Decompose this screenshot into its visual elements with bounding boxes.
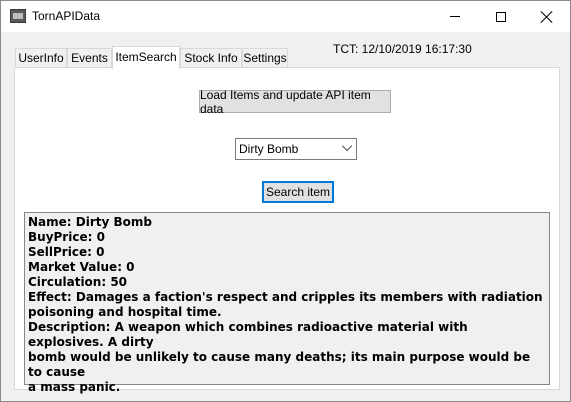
minimize-icon: [450, 16, 460, 17]
item-info-textbox[interactable]: Name: Dirty Bomb BuyPrice: 0 SellPrice: …: [24, 212, 550, 394]
result-sell-price: SellPrice: 0: [28, 245, 105, 259]
tab-itemsearch[interactable]: ItemSearch: [112, 46, 180, 69]
close-icon: [541, 11, 553, 23]
item-select[interactable]: Dirty Bomb: [235, 138, 357, 160]
close-button[interactable]: [524, 1, 570, 32]
tab-settings[interactable]: Settings: [242, 48, 288, 68]
title-bar[interactable]: TornAPIData: [1, 1, 570, 32]
maximize-button[interactable]: [478, 1, 524, 32]
itemsearch-panel: Load Items and update API item data Dirt…: [14, 67, 560, 394]
tab-stock-info[interactable]: Stock Info: [180, 48, 242, 68]
result-description: Description: A weapon which combines rad…: [28, 320, 531, 394]
chevron-down-icon: [341, 140, 353, 152]
search-item-button[interactable]: Search item: [262, 181, 334, 203]
result-name: Name: Dirty Bomb: [28, 215, 152, 229]
app-icon: [10, 9, 26, 23]
tab-userinfo[interactable]: UserInfo: [15, 48, 67, 68]
load-items-button[interactable]: Load Items and update API item data: [199, 88, 391, 116]
tct-clock: TCT: 12/10/2019 16:17:30: [333, 42, 472, 56]
result-effect: Effect: Damages a faction's respect and …: [28, 290, 543, 319]
item-select-value: Dirty Bomb: [239, 142, 299, 156]
app-window: TornAPIData UserInfo Events ItemSearch S…: [0, 0, 571, 402]
result-circulation: Circulation: 50: [28, 275, 128, 289]
window-title: TornAPIData: [32, 9, 101, 23]
result-market-value: Market Value: 0: [28, 260, 135, 274]
tab-events[interactable]: Events: [67, 48, 112, 68]
result-buy-price: BuyPrice: 0: [28, 230, 105, 244]
maximize-icon: [496, 11, 506, 22]
minimize-button[interactable]: [432, 1, 478, 32]
